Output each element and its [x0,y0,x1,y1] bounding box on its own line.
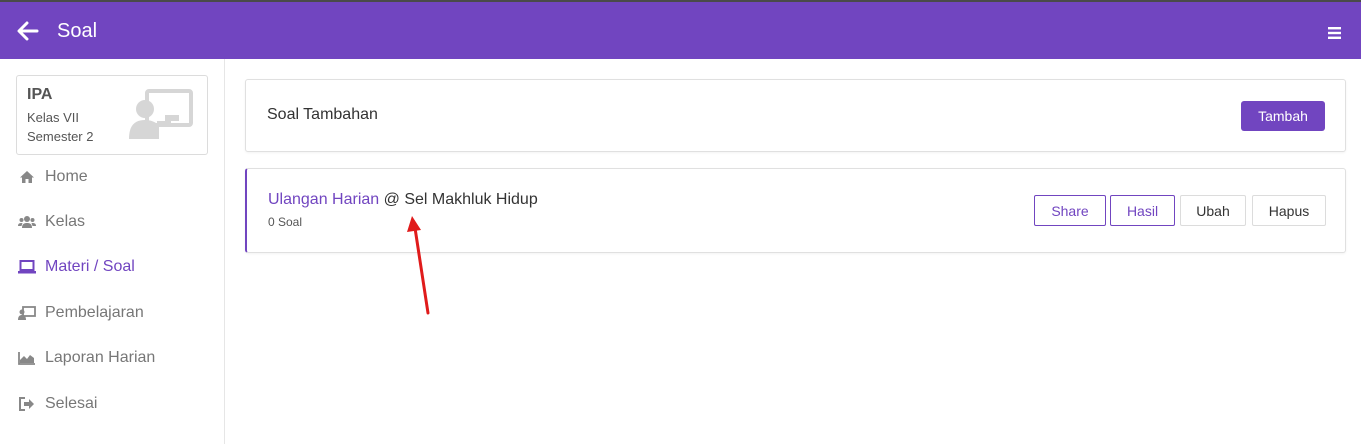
sidebar: IPA Kelas VII Semester 2 Home Kelas Mate… [0,59,225,444]
sidebar-item-selesai[interactable]: Selesai [18,392,97,416]
course-class: Kelas VII [27,110,80,125]
hasil-button[interactable]: Hasil [1110,195,1175,226]
ubah-button[interactable]: Ubah [1180,195,1246,226]
quiz-title: Ulangan Harian @ Sel Makhluk Hidup [268,191,538,209]
quiz-item: Ulangan Harian @ Sel Makhluk Hidup 0 Soa… [245,168,1346,253]
tambah-button[interactable]: Tambah [1241,101,1325,131]
hapus-button[interactable]: Hapus [1252,195,1326,226]
sidebar-item-materi-soal[interactable]: Materi / Soal [18,255,135,279]
sidebar-item-label: Selesai [45,395,98,412]
hamburger-icon [1328,27,1341,39]
quiz-subject: Sel Makhluk Hidup [404,191,538,208]
sidebar-item-kelas[interactable]: Kelas [18,210,85,234]
sidebar-item-label: Pembelajaran [45,304,144,321]
laptop-icon [18,259,36,275]
soal-tambahan-panel: Soal Tambahan Tambah [245,79,1346,152]
course-name: IPA [27,86,53,103]
course-card: IPA Kelas VII Semester 2 [16,75,208,155]
panel-title: Soal Tambahan [267,106,378,123]
sidebar-item-home[interactable]: Home [18,165,88,189]
share-button[interactable]: Share [1034,195,1106,226]
sidebar-item-pembelajaran[interactable]: Pembelajaran [18,301,144,325]
sidebar-item-laporan-harian[interactable]: Laporan Harian [18,346,155,370]
quiz-separator: @ [379,191,405,208]
back-button[interactable] [17,20,39,42]
course-semester: Semester 2 [27,129,94,144]
sidebar-item-label: Kelas [45,213,86,230]
sidebar-item-label: Home [45,168,88,185]
arrow-left-icon [17,21,39,41]
menu-button[interactable] [1328,26,1341,39]
quiz-question-count: 0 Soal [268,215,303,229]
area-chart-icon [18,350,36,366]
home-icon [18,169,36,185]
sidebar-item-label: Materi / Soal [45,258,135,275]
sign-out-icon [18,396,36,412]
teacher-board-icon [18,305,36,321]
top-app-bar: Soal [0,0,1361,59]
teacher-board-icon [129,89,193,139]
sidebar-item-label: Laporan Harian [45,349,156,366]
users-icon [18,214,36,230]
quiz-category-link[interactable]: Ulangan Harian [268,191,379,208]
page-title: Soal [57,20,98,42]
main-content: Soal Tambahan Tambah Ulangan Harian @ Se… [226,59,1361,444]
